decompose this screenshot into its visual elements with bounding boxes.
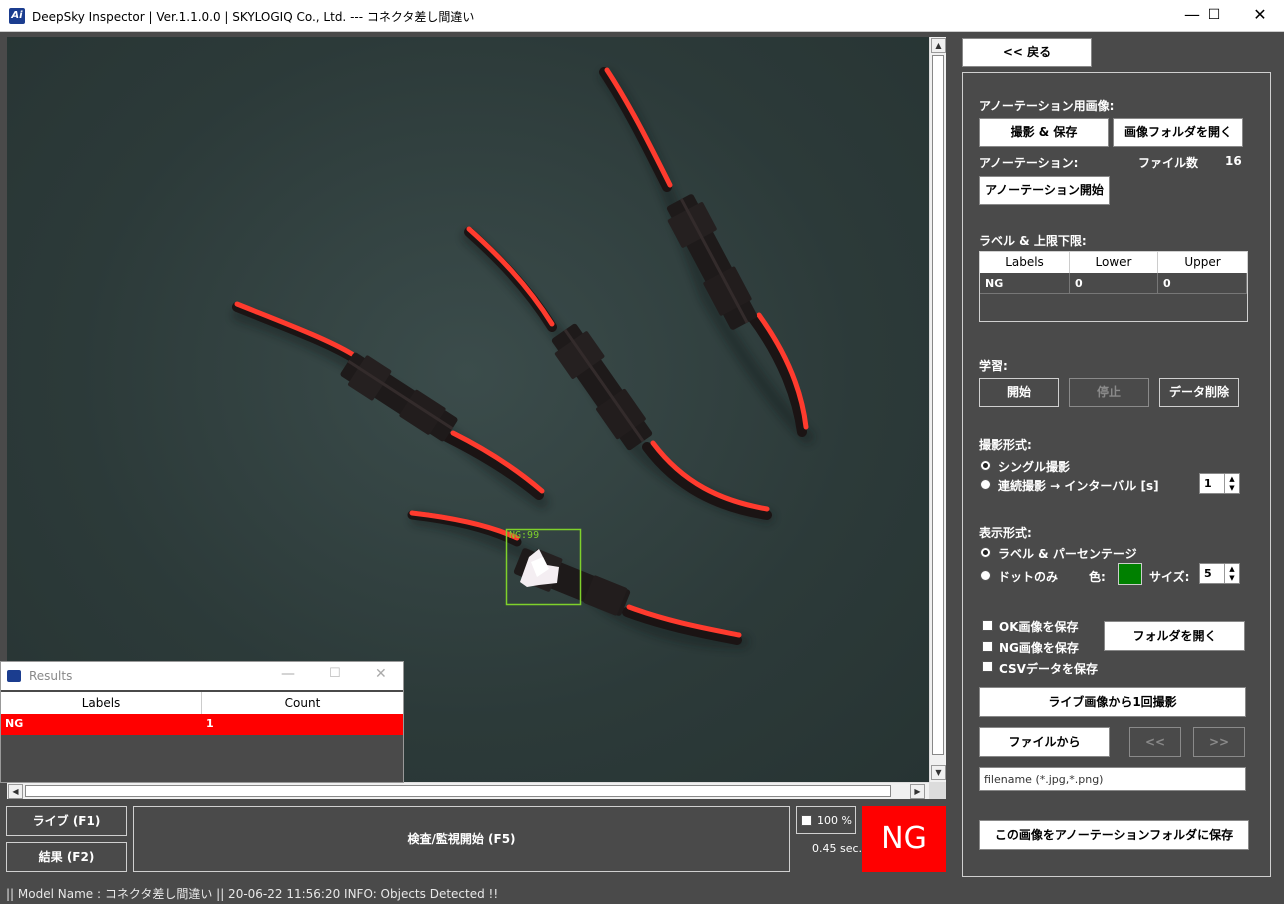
results-maximize-icon[interactable]: ☐ bbox=[329, 666, 341, 681]
interval-stepper[interactable]: 1 ▲ ▼ bbox=[1199, 473, 1240, 494]
results-row-label: NG bbox=[5, 717, 24, 730]
label-percentage-radio[interactable] bbox=[980, 547, 991, 558]
size-down-icon[interactable]: ▼ bbox=[1224, 574, 1239, 583]
color-label: 色: bbox=[1089, 570, 1106, 584]
maximize-icon[interactable]: ☐ bbox=[1191, 0, 1237, 32]
single-capture-label: シングル撮影 bbox=[998, 460, 1071, 474]
label-percentage-label: ラベル & パーセンテージ bbox=[998, 547, 1137, 561]
capture-mode-heading: 撮影形式: bbox=[979, 438, 1032, 452]
label-limits-table[interactable]: Labels Lower Upper NG 0 0 bbox=[979, 251, 1248, 322]
zoom-checkbox[interactable] bbox=[801, 815, 812, 826]
scroll-right-icon[interactable]: ▶ bbox=[910, 784, 925, 799]
display-mode-heading: 表示形式: bbox=[979, 526, 1032, 540]
annotation-heading: アノーテーション: bbox=[979, 156, 1079, 170]
filename-placeholder: filename (*.jpg,*.png) bbox=[984, 773, 1104, 786]
continuous-capture-label: 連続撮影 → インターバル [s] bbox=[998, 479, 1159, 493]
next-file-button[interactable]: >> bbox=[1193, 727, 1245, 757]
horizontal-scrollbar[interactable]: ◀ ▶ bbox=[7, 782, 929, 799]
size-stepper[interactable]: 5 ▲ ▼ bbox=[1199, 563, 1240, 584]
dot-only-label: ドットのみ bbox=[998, 570, 1059, 584]
results-app-icon bbox=[7, 670, 21, 682]
dot-only-radio[interactable] bbox=[980, 570, 991, 581]
zoom-label: 100 % bbox=[817, 814, 852, 827]
file-count-value: 16 bbox=[1225, 154, 1242, 168]
app-logo-icon: Ai bbox=[9, 8, 25, 24]
size-value: 5 bbox=[1204, 567, 1212, 580]
scroll-corner bbox=[929, 782, 946, 799]
single-capture-radio[interactable] bbox=[980, 460, 991, 471]
annotation-start-button[interactable]: アノーテーション開始 bbox=[979, 176, 1110, 205]
open-folder-button[interactable]: フォルダを開く bbox=[1104, 621, 1245, 651]
table-header-upper[interactable]: Upper bbox=[1158, 252, 1247, 273]
inspect-start-button[interactable]: 検査/監視開始 (F5) bbox=[133, 806, 790, 872]
interval-down-icon[interactable]: ▼ bbox=[1224, 484, 1239, 493]
results-title-bar: Results — ☐ ✕ bbox=[1, 662, 403, 690]
table-row[interactable]: NG 1 bbox=[1, 714, 403, 735]
table-cell-lower[interactable]: 0 bbox=[1070, 273, 1158, 294]
continuous-capture-radio[interactable] bbox=[980, 479, 991, 490]
save-csv-checkbox[interactable] bbox=[982, 661, 993, 672]
vertical-scroll-thumb[interactable] bbox=[932, 55, 944, 755]
results-header-labels[interactable]: Labels bbox=[1, 692, 202, 714]
dot-color-swatch[interactable] bbox=[1118, 563, 1142, 585]
from-file-button[interactable]: ファイルから bbox=[979, 727, 1110, 757]
capture-once-button[interactable]: ライブ画像から1回撮影 bbox=[979, 687, 1246, 717]
results-minimize-icon[interactable]: — bbox=[281, 666, 295, 682]
filename-field[interactable]: filename (*.jpg,*.png) bbox=[979, 767, 1246, 791]
scroll-left-icon[interactable]: ◀ bbox=[8, 784, 23, 799]
title-bar: Ai DeepSky Inspector | Ver.1.1.0.0 | SKY… bbox=[0, 0, 1284, 32]
zoom-toggle[interactable]: 100 % bbox=[796, 806, 856, 834]
vertical-scrollbar[interactable]: ▲ ▼ bbox=[929, 37, 946, 782]
save-to-annotation-folder-button[interactable]: この画像をアノーテーションフォルダに保存 bbox=[979, 820, 1249, 850]
open-image-folder-button[interactable]: 画像フォルダを開く bbox=[1113, 118, 1243, 147]
table-cell-upper[interactable]: 0 bbox=[1158, 273, 1247, 294]
label-limits-heading: ラベル & 上限下限: bbox=[979, 234, 1087, 248]
save-ng-image-label: NG画像を保存 bbox=[999, 641, 1079, 655]
save-csv-label: CSVデータを保存 bbox=[999, 662, 1098, 676]
status-bar: || Model Name : コネクタ差し間違い || 20-06-22 11… bbox=[0, 884, 1284, 904]
result-button[interactable]: 結果 (F2) bbox=[6, 842, 127, 872]
save-ok-image-checkbox[interactable] bbox=[982, 620, 993, 631]
scroll-down-icon[interactable]: ▼ bbox=[931, 765, 946, 780]
save-ok-image-label: OK画像を保存 bbox=[999, 620, 1079, 634]
interval-up-icon[interactable]: ▲ bbox=[1224, 474, 1239, 484]
results-close-icon[interactable]: ✕ bbox=[375, 666, 387, 682]
delete-data-button[interactable]: データ削除 bbox=[1159, 378, 1239, 407]
learning-heading: 学習: bbox=[979, 359, 1008, 373]
horizontal-scroll-thumb[interactable] bbox=[25, 785, 891, 797]
size-label: サイズ: bbox=[1149, 570, 1190, 584]
results-title: Results bbox=[29, 669, 73, 683]
live-button[interactable]: ライブ (F1) bbox=[6, 806, 127, 836]
prev-file-button[interactable]: << bbox=[1129, 727, 1181, 757]
close-icon[interactable]: ✕ bbox=[1237, 0, 1283, 32]
table-cell-label[interactable]: NG bbox=[980, 273, 1070, 294]
window-title: DeepSky Inspector | Ver.1.1.0.0 | SKYLOG… bbox=[32, 10, 475, 24]
results-header-count[interactable]: Count bbox=[202, 692, 403, 714]
learning-stop-button[interactable]: 停止 bbox=[1069, 378, 1149, 407]
detection-label: NG:99 bbox=[509, 530, 540, 541]
back-button[interactable]: << 戻る bbox=[962, 38, 1092, 67]
elapsed-time: 0.45 sec. bbox=[812, 842, 863, 855]
status-text: || Model Name : コネクタ差し間違い || 20-06-22 11… bbox=[6, 887, 499, 901]
capture-save-button[interactable]: 撮影 & 保存 bbox=[979, 118, 1109, 147]
learning-start-button[interactable]: 開始 bbox=[979, 378, 1059, 407]
size-up-icon[interactable]: ▲ bbox=[1224, 564, 1239, 574]
results-row-count: 1 bbox=[206, 717, 214, 730]
save-ng-image-checkbox[interactable] bbox=[982, 641, 993, 652]
file-count-label: ファイル数 bbox=[1138, 156, 1199, 170]
scroll-up-icon[interactable]: ▲ bbox=[931, 38, 946, 53]
interval-value: 1 bbox=[1204, 477, 1212, 490]
table-header-labels[interactable]: Labels bbox=[980, 252, 1070, 273]
table-header-lower[interactable]: Lower bbox=[1070, 252, 1158, 273]
annotation-image-heading: アノーテーション用画像: bbox=[979, 99, 1115, 113]
judgement-indicator: NG bbox=[862, 806, 946, 872]
results-window: Results — ☐ ✕ Labels Count NG 1 bbox=[0, 661, 404, 783]
